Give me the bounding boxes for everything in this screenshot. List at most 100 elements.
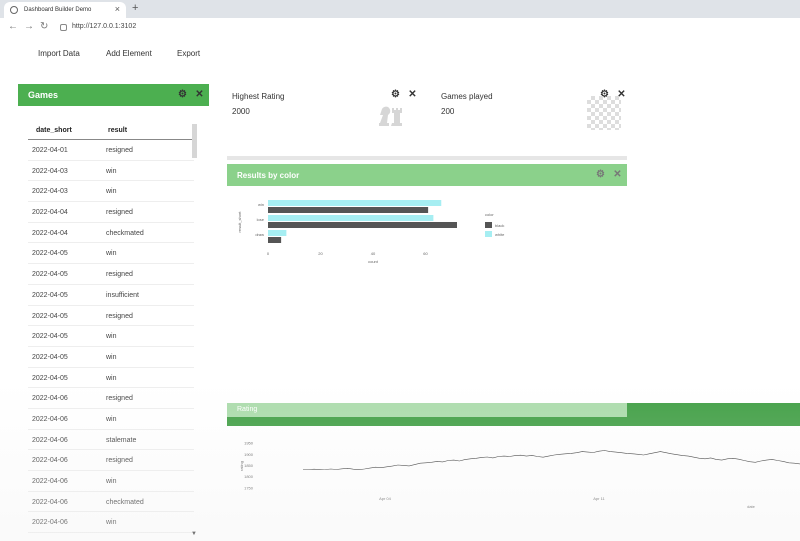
cell-result: resigned xyxy=(106,312,133,320)
scroll-down-icon[interactable]: ▼ xyxy=(191,531,197,537)
legend-swatch-white xyxy=(485,231,492,237)
table-row[interactable]: 2022-04-06 stalemate xyxy=(28,430,194,451)
column-header-date[interactable]: date_short xyxy=(36,127,72,134)
table-row[interactable]: 2022-04-05 win xyxy=(28,368,194,389)
highest-rating-label: Highest Rating xyxy=(232,92,285,101)
rating-line xyxy=(303,450,800,471)
back-arrow-icon[interactable]: ← xyxy=(8,21,18,32)
x-tick-label: Apr 11 xyxy=(593,496,605,501)
table-row[interactable]: 2022-04-06 win xyxy=(28,471,194,492)
games-panel-header[interactable]: Games ⚙ ✕ xyxy=(18,84,209,106)
games-panel-title: Games xyxy=(28,90,59,100)
forward-arrow-icon[interactable]: → xyxy=(24,21,34,32)
x-axis-label: date xyxy=(747,504,756,509)
y-tick-label: 1750 xyxy=(244,485,254,490)
cell-result: win xyxy=(106,353,117,361)
y-tick-label: 1900 xyxy=(244,452,254,457)
cell-date: 2022-04-06 xyxy=(32,478,68,485)
bar-white xyxy=(268,200,442,206)
bar-black xyxy=(268,237,282,243)
browser-tab-bar: Dashboard Builder Demo × + xyxy=(0,0,800,18)
cell-date: 2022-04-06 xyxy=(32,457,68,465)
cell-date: 2022-04-05 xyxy=(32,271,68,279)
cell-result: checkmated xyxy=(106,229,144,237)
browser-tab[interactable]: Dashboard Builder Demo × xyxy=(4,2,126,18)
page-info-icon[interactable] xyxy=(60,24,67,31)
table-row[interactable]: 2022-04-06 win xyxy=(28,409,194,430)
table-row[interactable]: 2022-04-03 win xyxy=(28,161,194,182)
table-row[interactable]: 2022-04-01 resigned xyxy=(28,140,194,161)
highest-rating-card: Highest Rating 2000 xyxy=(232,92,284,116)
games-played-card: Games played 200 xyxy=(441,92,493,116)
cell-date: 2022-04-05 xyxy=(32,312,68,320)
table-row[interactable]: 2022-04-05 win xyxy=(28,347,194,368)
close-icon[interactable]: ✕ xyxy=(194,89,205,100)
cell-result: win xyxy=(106,333,117,341)
table-row[interactable]: 2022-04-03 win xyxy=(28,181,194,203)
y-tick-label: 1850 xyxy=(244,463,254,468)
column-header-result[interactable]: result xyxy=(108,127,127,134)
table-row[interactable]: 2022-04-06 win xyxy=(28,512,194,534)
cell-result: resigned xyxy=(106,209,133,217)
y-tick-label: win xyxy=(258,202,264,207)
y-axis-label: rating xyxy=(239,461,244,471)
settings-gear-icon[interactable]: ⚙ xyxy=(595,169,606,180)
y-tick-label: lose xyxy=(257,217,265,222)
app-root: Dashboard Builder Demo × + ← → ↻ http://… xyxy=(0,0,800,541)
url-field[interactable]: http://127.0.0.1:3102 xyxy=(72,23,136,30)
table-row[interactable]: 2022-04-05 resigned xyxy=(28,306,194,327)
bar-black xyxy=(268,207,429,213)
cell-result: win xyxy=(106,188,117,196)
cell-date: 2022-04-05 xyxy=(32,374,68,382)
cell-date: 2022-04-05 xyxy=(32,353,68,361)
games-scrollbar[interactable] xyxy=(192,124,197,158)
legend-label-black: black xyxy=(495,223,504,228)
table-row[interactable]: 2022-04-04 resigned xyxy=(28,202,194,223)
games-table-body: 2022-04-01 resigned 2022-04-03 win 2022-04-0… xyxy=(28,140,194,534)
reload-icon[interactable]: ↻ xyxy=(40,21,48,32)
cell-date: 2022-04-04 xyxy=(32,229,68,237)
cell-result: resigned xyxy=(106,395,133,403)
x-tick-label: Apr 04 xyxy=(379,496,392,501)
results-panel-header[interactable]: Results by color ⚙ ✕ xyxy=(227,164,627,186)
table-row[interactable]: 2022-04-06 resigned xyxy=(28,450,194,471)
tab-title: Dashboard Builder Demo xyxy=(24,7,92,13)
cell-date: 2022-04-05 xyxy=(32,333,68,341)
close-icon[interactable]: ✕ xyxy=(612,169,623,180)
add-element-button[interactable]: Add Element xyxy=(106,49,152,58)
games-panel: Games ⚙ ✕ date_short result 2022-04-01 re… xyxy=(18,84,209,541)
cell-result: insufficient xyxy=(106,291,139,299)
table-row[interactable]: 2022-04-06 resigned xyxy=(28,388,194,409)
import-data-button[interactable]: Import Data xyxy=(38,49,80,58)
x-tick-label: 40 xyxy=(371,251,376,256)
x-axis-label: count xyxy=(368,259,379,264)
rating-line-chart: 1950 1900 1850 1800 1750 rating Apr 04 Apr 11 da… xyxy=(239,441,800,509)
export-button[interactable]: Export xyxy=(177,49,200,58)
close-icon[interactable]: ✕ xyxy=(407,89,418,100)
table-row[interactable]: 2022-04-04 checkmated xyxy=(28,223,194,244)
globe-icon xyxy=(10,6,18,14)
table-row[interactable]: 2022-04-05 resigned xyxy=(28,264,194,285)
legend-title: color xyxy=(485,212,494,217)
y-axis-label: result_short xyxy=(237,211,242,233)
cell-date: 2022-04-05 xyxy=(32,291,68,299)
cell-result: resigned xyxy=(106,147,133,154)
bar-black xyxy=(268,222,457,228)
results-panel-title: Results by color xyxy=(237,170,300,180)
table-row[interactable]: 2022-04-05 win xyxy=(28,243,194,265)
address-bar: ← → ↻ http://127.0.0.1:3102 xyxy=(0,18,800,38)
cell-result: win xyxy=(106,415,117,423)
new-tab-button[interactable]: + xyxy=(132,2,138,14)
tab-close-icon[interactable]: × xyxy=(115,4,120,14)
cell-date: 2022-04-03 xyxy=(32,188,68,196)
rating-panel-title: Rating xyxy=(227,403,627,417)
table-row[interactable]: 2022-04-05 insufficient xyxy=(28,285,194,306)
settings-gear-icon[interactable]: ⚙ xyxy=(177,89,188,100)
cell-date: 2022-04-06 xyxy=(32,436,68,444)
games-table-header: date_short result xyxy=(28,122,194,140)
legend-label-white: white xyxy=(495,232,505,237)
panel-divider xyxy=(227,156,627,160)
y-tick-label: 1950 xyxy=(244,441,254,446)
table-row[interactable]: 2022-04-05 win xyxy=(28,326,194,347)
table-row[interactable]: 2022-04-06 checkmated xyxy=(28,492,194,513)
